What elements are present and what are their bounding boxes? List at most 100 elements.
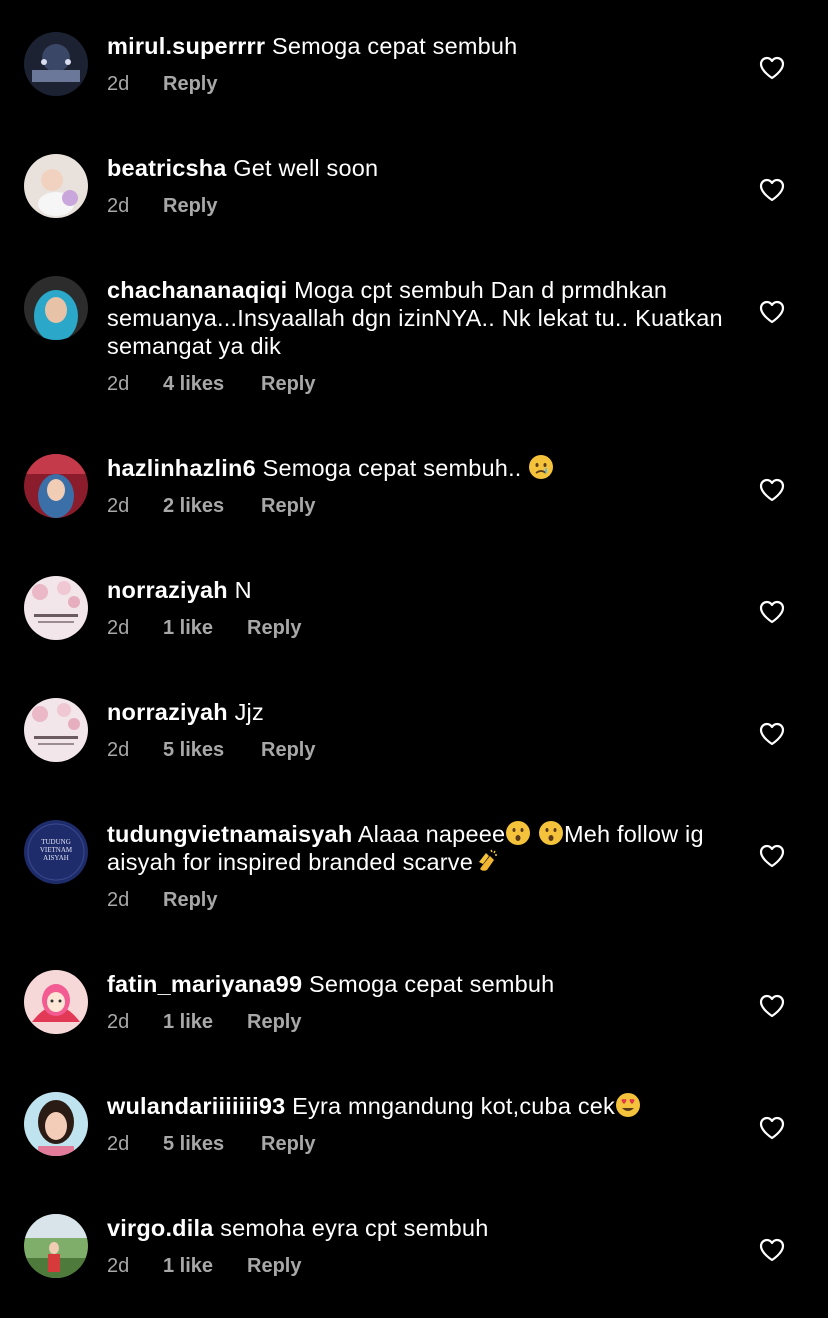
likes-count[interactable]: 4 likes (163, 370, 224, 398)
reply-button[interactable]: Reply (163, 192, 217, 220)
blossom-icon (24, 576, 88, 640)
timestamp: 2d (107, 739, 130, 761)
clapping-hands-emoji (479, 849, 498, 871)
username[interactable]: hazlinhazlin6 (107, 455, 256, 481)
comment-body: semoha eyra cpt sembuh (220, 1215, 489, 1241)
avatar[interactable] (24, 454, 88, 518)
comment-body: Semoga cepat sembuh.. (262, 455, 522, 481)
timestamp: 2d (107, 1255, 130, 1277)
avatar[interactable] (24, 698, 88, 762)
hijab-person-icon (24, 276, 88, 340)
heart-outline-icon[interactable] (759, 600, 785, 624)
hijab-cartoon-icon (24, 970, 88, 1034)
reply-button[interactable]: Reply (247, 614, 301, 642)
comment-body: Semoga cepat sembuh (271, 33, 518, 59)
comment-text: chachananaqiqi Moga cpt sembuh Dan d prm… (107, 276, 737, 360)
heart-outline-icon[interactable] (759, 1238, 785, 1262)
timestamp: 2d (107, 617, 130, 639)
comment-item: mirul.superrrr Semoga cepat sembuh 2d Re… (0, 32, 828, 154)
comment-item: hazlinhazlin6 Semoga cepat sembuh.. 2d 2… (0, 454, 828, 576)
comment-text: mirul.superrrr Semoga cepat sembuh (107, 32, 737, 60)
comment-text: tudungvietnamaisyah Alaaa napeee Meh fol… (107, 820, 737, 876)
astonished-face-emoji (506, 821, 531, 845)
likes-count[interactable]: 1 like (163, 1008, 213, 1036)
comment-text: norraziyah Jjz (107, 698, 737, 726)
brand-logo-icon: TUDUNGVIETNAMAISYAH (24, 820, 88, 884)
logo-text: AISYAH (43, 854, 69, 862)
comment-body: Get well soon (233, 155, 379, 181)
username[interactable]: mirul.superrrr (107, 33, 265, 59)
username[interactable]: wulandariiiiiii93 (107, 1093, 285, 1119)
username[interactable]: norraziyah (107, 577, 228, 603)
avatar[interactable] (24, 154, 88, 218)
heart-eyes-emoji (616, 1093, 640, 1117)
heart-outline-icon[interactable] (759, 56, 785, 80)
logo-text: VIETNAM (40, 846, 73, 854)
comment-item: virgo.dila semoha eyra cpt sembuh 2d 1 l… (0, 1214, 828, 1318)
comment-item: chachananaqiqi Moga cpt sembuh Dan d prm… (0, 276, 828, 416)
likes-count[interactable]: 1 like (163, 614, 213, 642)
reply-button[interactable]: Reply (163, 886, 217, 914)
username[interactable]: chachananaqiqi (107, 277, 287, 303)
comment-item: beatricsha Get well soon 2d Reply (0, 154, 828, 276)
reply-button[interactable]: Reply (261, 492, 315, 520)
username[interactable]: norraziyah (107, 699, 228, 725)
timestamp: 2d (107, 1011, 130, 1033)
comment-body: N (234, 577, 252, 603)
timestamp: 2d (107, 195, 130, 217)
heart-outline-icon[interactable] (759, 722, 785, 746)
reply-button[interactable]: Reply (247, 1252, 301, 1280)
reply-button[interactable]: Reply (261, 736, 315, 764)
likes-count[interactable]: 2 likes (163, 492, 224, 520)
comment-item: fatin_mariyana99 Semoga cepat sembuh 2d … (0, 970, 828, 1092)
comment-text: fatin_mariyana99 Semoga cepat sembuh (107, 970, 737, 998)
avatar[interactable]: TUDUNG VIETNAM AISYAH (24, 820, 88, 884)
comments-list: mirul.superrrr Semoga cepat sembuh 2d Re… (0, 0, 828, 1318)
heart-outline-icon[interactable] (759, 1116, 785, 1140)
avatar[interactable] (24, 970, 88, 1034)
crying-face-emoji (529, 455, 554, 479)
comment-item: wulandariiiiiii93 Eyra mngandung kot,cub… (0, 1092, 828, 1214)
comment-text: norraziyah N (107, 576, 737, 604)
username[interactable]: tudungvietnamaisyah (107, 821, 352, 847)
blossom-icon (24, 698, 88, 762)
heart-outline-icon[interactable] (759, 300, 785, 324)
username[interactable]: beatricsha (107, 155, 227, 181)
heart-outline-icon[interactable] (759, 178, 785, 202)
logo-text: TUDUNG (41, 838, 71, 846)
avatar[interactable] (24, 1092, 88, 1156)
likes-count[interactable]: 5 likes (163, 736, 224, 764)
username[interactable]: fatin_mariyana99 (107, 971, 302, 997)
avatar[interactable] (24, 1214, 88, 1278)
comment-item: norraziyah Jjz 2d 5 likes Reply (0, 698, 828, 820)
comment-item: TUDUNG VIETNAM AISYAH tudungvietnamaisyah … (0, 820, 828, 960)
likes-count[interactable]: 5 likes (163, 1130, 224, 1158)
heart-outline-icon[interactable] (759, 478, 785, 502)
comment-body: Jjz (234, 699, 264, 725)
heart-outline-icon[interactable] (759, 844, 785, 868)
reply-button[interactable]: Reply (261, 370, 315, 398)
reply-button[interactable]: Reply (247, 1008, 301, 1036)
timestamp: 2d (107, 373, 130, 395)
timestamp: 2d (107, 889, 130, 911)
likes-count[interactable]: 1 like (163, 1252, 213, 1280)
avatar[interactable] (24, 32, 88, 96)
timestamp: 2d (107, 1133, 130, 1155)
comment-body: Eyra mngandung kot,cuba cek (292, 1093, 615, 1119)
baby-icon (24, 154, 88, 218)
comment-text: virgo.dila semoha eyra cpt sembuh (107, 1214, 737, 1242)
comment-text: hazlinhazlin6 Semoga cepat sembuh.. (107, 454, 737, 482)
comment-body: Semoga cepat sembuh (308, 971, 555, 997)
heart-outline-icon[interactable] (759, 994, 785, 1018)
comment-text: wulandariiiiiii93 Eyra mngandung kot,cub… (107, 1092, 737, 1120)
username[interactable]: virgo.dila (107, 1215, 213, 1241)
timestamp: 2d (107, 495, 130, 517)
reply-button[interactable]: Reply (163, 70, 217, 98)
comment-body: Alaaa napeee (357, 821, 506, 847)
timestamp: 2d (107, 73, 130, 95)
avatar[interactable] (24, 276, 88, 340)
reply-button[interactable]: Reply (261, 1130, 315, 1158)
avatar[interactable] (24, 576, 88, 640)
astonished-face-emoji (539, 821, 563, 845)
night-icon (24, 32, 88, 96)
